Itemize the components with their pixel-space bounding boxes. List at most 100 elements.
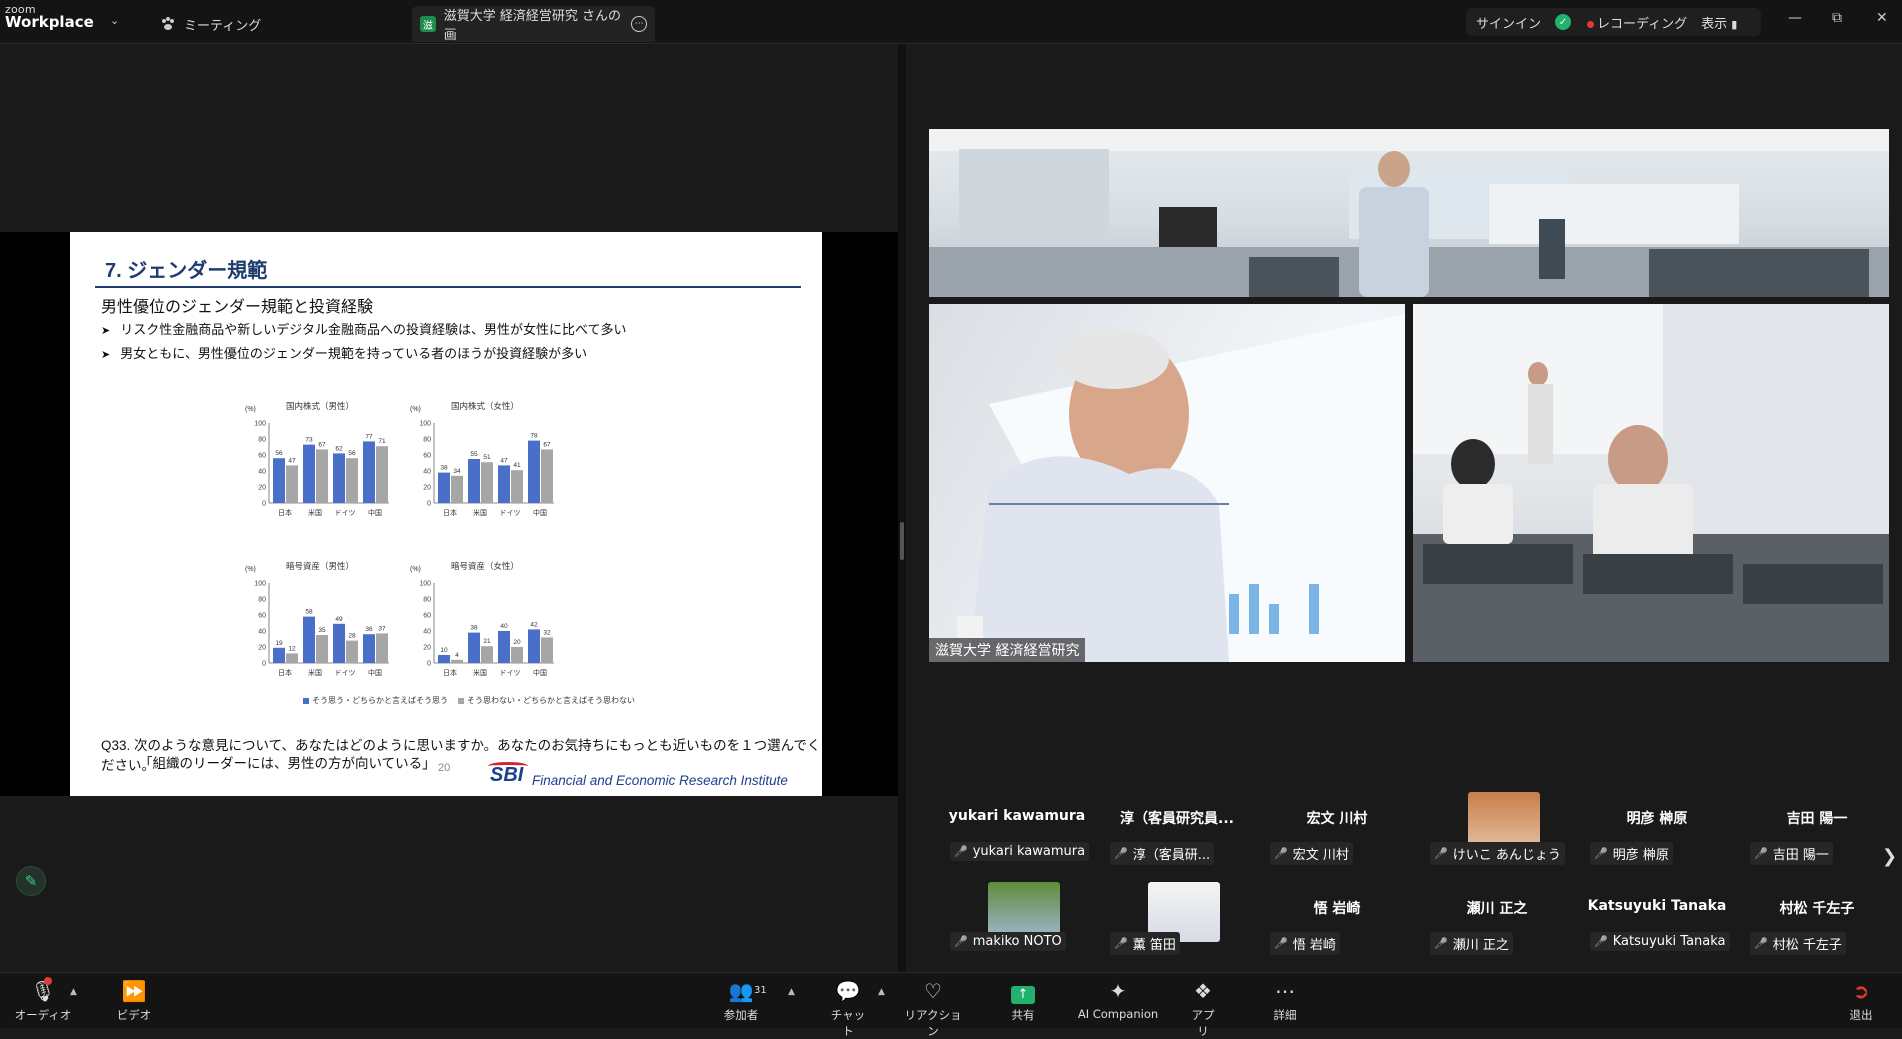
bar-value-label: 20	[513, 639, 521, 646]
chart-unit-label: (%)	[410, 566, 421, 573]
bar	[333, 623, 345, 663]
y-tick-label: 20	[258, 645, 266, 652]
reactions-button[interactable]: ♡ リアクション	[900, 979, 966, 1039]
participant-tile[interactable]: 村松 千左子 🎤 村松 千左子	[1742, 886, 1892, 968]
y-tick-label: 100	[419, 421, 431, 428]
tab-shared-screen[interactable]: 滋 滋賀大学 経済経営研究 さんの画 ⋯	[412, 6, 655, 43]
bar-value-label: 38	[470, 625, 478, 632]
video-off-icon: ⏩	[121, 979, 147, 1003]
participant-tile[interactable]: Katsuyuki Tanaka 🎤 Katsuyuki Tanaka	[1582, 886, 1732, 968]
bar	[528, 440, 540, 503]
participant-tile[interactable]: yukari kawamura 🎤 yukari kawamura	[942, 796, 1092, 878]
video-wide-classroom[interactable]	[929, 129, 1889, 297]
y-tick-label: 60	[258, 453, 266, 460]
mic-muted-icon: 🎤	[1114, 937, 1128, 950]
chart-unit-label: (%)	[245, 406, 256, 413]
video-classroom-audience[interactable]	[1413, 304, 1889, 662]
tab-meetings[interactable]: ミーティング	[160, 6, 261, 42]
chart-crypto-female: 暗号資産（女性） (%) 0 20 40 60 80 100 10 4 日本 38 21 米国 40 20 ドイ…	[410, 561, 554, 677]
next-page-chevron-icon[interactable]: ❯	[1882, 846, 1897, 867]
bar	[333, 453, 345, 503]
bar	[273, 458, 285, 503]
zoom-workplace-logo[interactable]: zoom Workplace	[5, 4, 94, 30]
view-button[interactable]: 表示 ▮	[1701, 13, 1737, 32]
mic-muted-icon: 🎤	[1114, 847, 1128, 860]
mic-muted-icon: 🎤	[954, 845, 968, 858]
participants-options-caret-icon[interactable]: ▲	[788, 987, 795, 997]
bar-value-label: 38	[440, 465, 448, 472]
leave-button[interactable]: ➲ 退出	[1844, 979, 1878, 1023]
bar-value-label: 47	[500, 457, 508, 464]
chart-title: 国内株式（男性）	[286, 401, 354, 411]
pane-divider[interactable]	[898, 44, 906, 972]
view-layout-icon: ▮	[1731, 17, 1738, 31]
slide-title-rule	[95, 286, 801, 288]
audio-button[interactable]: 🎙 オーディオ	[14, 977, 72, 1023]
bar	[273, 647, 285, 663]
recording-indicator[interactable]: レコーディング	[1587, 13, 1687, 32]
more-button[interactable]: ⋯ 詳細	[1270, 979, 1300, 1023]
x-tick-label: 中国	[533, 508, 547, 517]
y-tick-label: 60	[258, 613, 266, 620]
participant-tile[interactable]: 🎤 薫 笛田	[1102, 882, 1252, 968]
bar-value-label: 41	[513, 462, 521, 469]
slide-title: 7. ジェンダー規範	[105, 260, 268, 282]
signin-button[interactable]: サインイン	[1476, 13, 1541, 32]
restore-button[interactable]: ⧉	[1832, 10, 1842, 26]
tab-meetings-label: ミーティング	[184, 18, 262, 34]
bar	[286, 653, 298, 663]
participant-tile[interactable]: 宏文 川村 🎤 宏文 川村	[1262, 796, 1412, 878]
participant-name: 村松 千左子	[1779, 901, 1855, 917]
annotate-pen-button[interactable]: ✎	[16, 866, 46, 896]
participant-label: 🎤 けいこ あんじょう	[1430, 842, 1565, 865]
bar	[303, 444, 315, 503]
slide-question-statement: 「組織のリーダーには、男性の方が向いている」	[139, 756, 436, 771]
bar	[346, 458, 358, 503]
bar-value-label: 36	[365, 626, 373, 633]
ai-companion-button[interactable]: ✦ AI Companion	[1076, 979, 1160, 1021]
bar-value-label: 10	[440, 647, 448, 654]
participant-tile[interactable]: 淳（客員研究員... 🎤 淳（客員研...	[1102, 796, 1252, 878]
participant-tile[interactable]: 瀬川 正之 🎤 瀬川 正之	[1422, 886, 1572, 968]
participant-name: Katsuyuki Tanaka	[1587, 898, 1727, 914]
heart-icon: ♡	[924, 979, 942, 1003]
participant-tile[interactable]: 🎤 けいこ あんじょう	[1422, 792, 1572, 878]
participant-tile[interactable]: 悟 岩崎 🎤 悟 岩崎	[1262, 886, 1412, 968]
close-button[interactable]: ✕	[1876, 10, 1888, 26]
x-tick-label: 米国	[473, 508, 487, 517]
x-tick-label: 中国	[368, 508, 382, 517]
participant-count: 31	[754, 985, 767, 996]
slide-bullet-text: 男女ともに、男性優位のジェンダー規範を持っている者のほうが投資経験が多い	[120, 346, 588, 361]
participant-tile[interactable]: 🎤 makiko NOTO	[942, 882, 1092, 968]
chevron-down-icon[interactable]: ⌄	[110, 14, 119, 27]
chat-button[interactable]: 💬 チャット	[826, 979, 870, 1039]
bar	[451, 475, 463, 503]
participant-tile[interactable]: 明彦 榊原 🎤 明彦 榊原	[1582, 796, 1732, 878]
apps-button[interactable]: ❖ アプリ	[1188, 979, 1218, 1039]
bar-value-label: 56	[275, 450, 283, 457]
participant-tile[interactable]: 吉田 陽一 🎤 吉田 陽一	[1742, 796, 1892, 878]
view-label: 表示	[1701, 16, 1728, 32]
x-tick-label: 米国	[308, 668, 322, 677]
participant-name: 明彦 榊原	[1626, 811, 1688, 827]
more-icon[interactable]: ⋯	[631, 16, 647, 32]
bar-value-label: 34	[453, 468, 461, 475]
pane-resize-handle[interactable]	[900, 522, 904, 560]
y-tick-label: 20	[258, 485, 266, 492]
participant-label-text: 吉田 陽一	[1772, 848, 1829, 863]
bar	[438, 655, 450, 663]
share-screen-icon: ↑	[1008, 979, 1038, 1004]
minimize-button[interactable]: —	[1788, 10, 1802, 26]
chat-options-caret-icon[interactable]: ▲	[878, 987, 885, 997]
participant-label: 🎤 Katsuyuki Tanaka	[1590, 932, 1730, 951]
participant-label-text: 宏文 川村	[1292, 848, 1349, 863]
bar	[511, 470, 523, 503]
title-bar: zoom Workplace ⌄ ミーティング 滋 滋賀大学 経済経営研究 さん…	[0, 0, 1902, 44]
video-presenter-closeup[interactable]: 滋賀大学 経済経営研究	[929, 304, 1405, 662]
leave-label: 退出	[1849, 1008, 1873, 1022]
participant-label-text: 明彦 榊原	[1612, 848, 1669, 863]
share-button[interactable]: ↑ 共有	[1008, 979, 1038, 1023]
video-button[interactable]: ⏩ ビデオ	[110, 979, 158, 1023]
shield-check-icon[interactable]: ✓	[1555, 14, 1572, 30]
audio-options-caret-icon[interactable]: ▲	[70, 987, 77, 997]
